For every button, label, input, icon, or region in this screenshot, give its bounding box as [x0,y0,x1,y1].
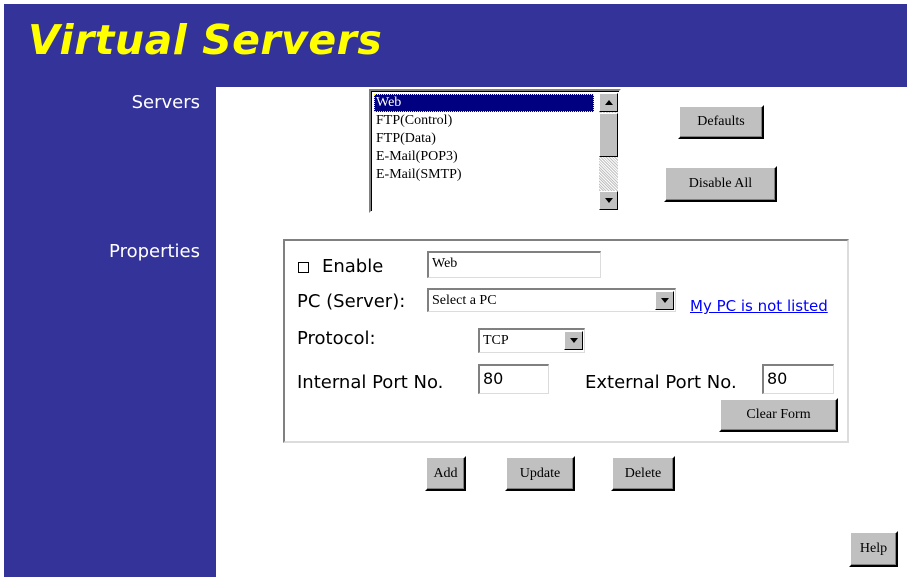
clear-form-button[interactable]: Clear Form [719,398,838,432]
server-list-item[interactable]: Web [374,94,594,112]
chevron-down-icon [660,298,669,303]
protocol-label: Protocol: [297,328,376,349]
protocol-select[interactable]: TCP [478,328,585,353]
pc-select-value: Select a PC [432,293,497,308]
page-title: Virtual Servers [28,16,383,64]
scroll-up-button[interactable] [599,93,618,112]
server-name-input[interactable]: Web [427,251,601,278]
server-list-item[interactable]: E-Mail(SMTP) [374,166,594,184]
external-port-label: External Port No. [585,372,737,393]
servers-list: Web FTP(Control) FTP(Data) E-Mail(POP3) E-Ma… [374,94,594,184]
internal-port-input[interactable]: 80 [478,364,549,394]
sidebar: Servers Properties [4,87,216,577]
internal-port-label: Internal Port No. [297,372,444,393]
scroll-thumb[interactable] [599,113,618,157]
enable-label: Enable [322,256,384,277]
header-bar: Virtual Servers [4,4,907,87]
properties-panel: Enable Web PC (Server): Select a PC My P… [283,239,849,443]
update-button[interactable]: Update [505,456,575,491]
chevron-down-icon [569,338,578,343]
pc-select[interactable]: Select a PC [427,288,676,312]
external-port-input[interactable]: 80 [762,364,834,394]
protocol-select-value: TCP [483,333,509,348]
defaults-button[interactable]: Defaults [678,105,764,139]
server-list-item[interactable]: FTP(Data) [374,130,594,148]
arrow-up-icon [604,100,613,105]
delete-button[interactable]: Delete [611,456,675,491]
server-list-item[interactable]: FTP(Control) [374,112,594,130]
disable-all-button[interactable]: Disable All [664,166,777,202]
pc-dropdown-button[interactable] [655,291,674,310]
servers-listbox[interactable]: Web FTP(Control) FTP(Data) E-Mail(POP3) E-Ma… [369,89,621,213]
pc-server-label: PC (Server): [297,291,406,312]
add-button[interactable]: Add [425,456,466,491]
server-list-item[interactable]: E-Mail(POP3) [374,148,594,166]
properties-label: Properties [109,241,200,262]
my-pc-not-listed-link[interactable]: My PC is not listed [690,297,828,315]
servers-scrollbar[interactable] [599,93,618,210]
protocol-dropdown-button[interactable] [564,331,583,350]
page-frame: Virtual Servers Servers Properties Web FT… [4,4,907,577]
scroll-down-button[interactable] [599,191,618,210]
servers-label: Servers [131,92,200,113]
arrow-down-icon [604,198,613,203]
enable-checkbox[interactable] [298,262,309,273]
help-button[interactable]: Help [849,531,898,567]
